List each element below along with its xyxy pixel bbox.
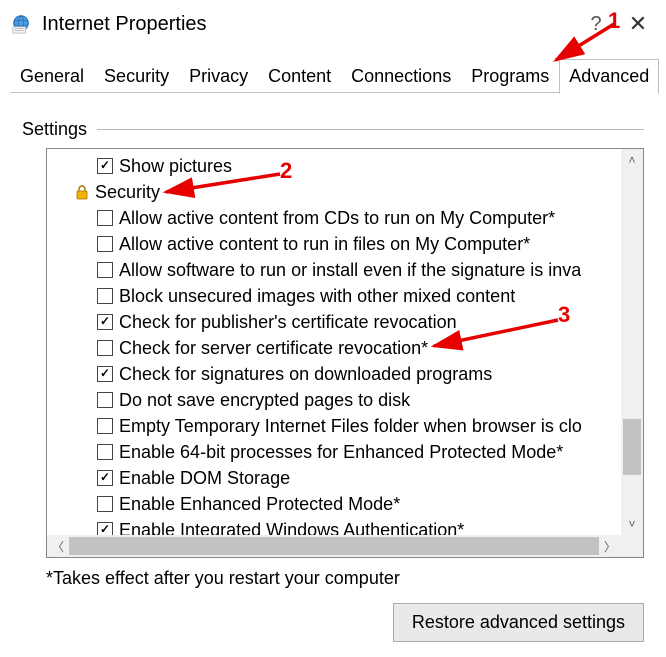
settings-group-header: Settings: [22, 119, 644, 140]
tab-connections[interactable]: Connections: [341, 59, 461, 94]
lock-icon: [73, 183, 91, 201]
list-section-label: Security: [95, 182, 160, 203]
restore-advanced-button[interactable]: Restore advanced settings: [393, 603, 644, 642]
checkbox[interactable]: [97, 158, 113, 174]
list-item[interactable]: Check for signatures on downloaded progr…: [49, 361, 619, 387]
settings-group-label: Settings: [22, 119, 87, 140]
list-item-label: Check for publisher's certificate revoca…: [119, 312, 457, 333]
titlebar: Internet Properties ? ✕: [0, 0, 666, 46]
list-item-label: Enable Enhanced Protected Mode*: [119, 494, 400, 515]
tab-label: Advanced: [569, 66, 649, 86]
checkbox[interactable]: [97, 314, 113, 330]
tab-label: Programs: [471, 66, 549, 86]
tab-label: Connections: [351, 66, 451, 86]
list-item[interactable]: Check for publisher's certificate revoca…: [49, 309, 619, 335]
list-item[interactable]: Enable 64-bit processes for Enhanced Pro…: [49, 439, 619, 465]
list-item-label: Enable DOM Storage: [119, 468, 290, 489]
list-item-label: Allow active content to run in files on …: [119, 234, 530, 255]
tab-label: Privacy: [189, 66, 248, 86]
list-item[interactable]: Enable Enhanced Protected Mode*: [49, 491, 619, 517]
list-item[interactable]: Empty Temporary Internet Files folder wh…: [49, 413, 619, 439]
restart-footnote: *Takes effect after you restart your com…: [46, 568, 644, 589]
close-button[interactable]: ✕: [616, 13, 660, 35]
scrollbar-corner: [621, 535, 643, 557]
list-item[interactable]: Do not save encrypted pages to disk: [49, 387, 619, 413]
vertical-scrollbar[interactable]: ˄ ˅: [621, 149, 643, 535]
checkbox[interactable]: [97, 392, 113, 408]
tabstrip: General Security Privacy Content Connect…: [0, 46, 666, 93]
list-item-label: Check for server certificate revocation*: [119, 338, 428, 359]
vertical-scroll-track[interactable]: [621, 171, 643, 513]
list-item-label: Enable Integrated Windows Authentication…: [119, 520, 464, 536]
tab-label: Content: [268, 66, 331, 86]
list-item[interactable]: Allow active content from CDs to run on …: [49, 205, 619, 231]
tab-programs[interactable]: Programs: [461, 59, 559, 94]
list-item[interactable]: Enable DOM Storage: [49, 465, 619, 491]
checkbox[interactable]: [97, 496, 113, 512]
tab-advanced[interactable]: Advanced: [559, 59, 659, 94]
globe-icon: [10, 13, 32, 35]
scroll-up-icon[interactable]: ˄: [621, 149, 643, 171]
tab-label: General: [20, 66, 84, 86]
scroll-right-icon[interactable]: 〉: [599, 535, 621, 557]
list-item-label: Show pictures: [119, 156, 232, 177]
annotation-number-3: 3: [558, 302, 570, 328]
settings-listbox: Show pictures Security Allow active cont…: [46, 148, 644, 558]
list-item[interactable]: Check for server certificate revocation*: [49, 335, 619, 361]
list-section-security: Security: [49, 179, 619, 205]
list-item[interactable]: Allow software to run or install even if…: [49, 257, 619, 283]
checkbox[interactable]: [97, 418, 113, 434]
list-item-label: Allow software to run or install even if…: [119, 260, 581, 281]
settings-group-rule: [97, 129, 644, 130]
annotation-number-2: 2: [280, 158, 292, 184]
checkbox[interactable]: [97, 444, 113, 460]
checkbox[interactable]: [97, 366, 113, 382]
checkbox[interactable]: [97, 236, 113, 252]
list-item-label: Block unsecured images with other mixed …: [119, 286, 515, 307]
button-row: Restore advanced settings: [22, 603, 644, 642]
tab-privacy[interactable]: Privacy: [179, 59, 258, 94]
horizontal-scrollbar[interactable]: 〈 〉: [47, 535, 621, 557]
settings-list-viewport[interactable]: Show pictures Security Allow active cont…: [47, 149, 621, 535]
scroll-down-icon[interactable]: ˅: [621, 513, 643, 535]
annotation-number-1: 1: [608, 8, 620, 34]
checkbox[interactable]: [97, 340, 113, 356]
tab-content[interactable]: Content: [258, 59, 341, 94]
tab-general[interactable]: General: [10, 59, 94, 94]
list-item[interactable]: Enable Integrated Windows Authentication…: [49, 517, 619, 535]
scroll-left-icon[interactable]: 〈: [47, 535, 69, 557]
list-item-label: Enable 64-bit processes for Enhanced Pro…: [119, 442, 563, 463]
checkbox[interactable]: [97, 470, 113, 486]
list-item[interactable]: Allow active content to run in files on …: [49, 231, 619, 257]
list-item-label: Allow active content from CDs to run on …: [119, 208, 555, 229]
tab-panel-advanced: Settings Show pictures Security: [0, 93, 666, 648]
list-item[interactable]: Show pictures: [49, 153, 619, 179]
checkbox[interactable]: [97, 522, 113, 535]
checkbox[interactable]: [97, 288, 113, 304]
restore-advanced-label: Restore advanced settings: [412, 612, 625, 632]
list-item[interactable]: Block unsecured images with other mixed …: [49, 283, 619, 309]
window-title: Internet Properties: [42, 13, 576, 36]
tab-label: Security: [104, 66, 169, 86]
horizontal-scroll-track[interactable]: [69, 537, 599, 555]
list-item-label: Do not save encrypted pages to disk: [119, 390, 410, 411]
tab-security[interactable]: Security: [94, 59, 179, 94]
list-item-label: Check for signatures on downloaded progr…: [119, 364, 492, 385]
checkbox[interactable]: [97, 262, 113, 278]
vertical-scroll-thumb[interactable]: [623, 419, 641, 475]
checkbox[interactable]: [97, 210, 113, 226]
list-item-label: Empty Temporary Internet Files folder wh…: [119, 416, 582, 437]
